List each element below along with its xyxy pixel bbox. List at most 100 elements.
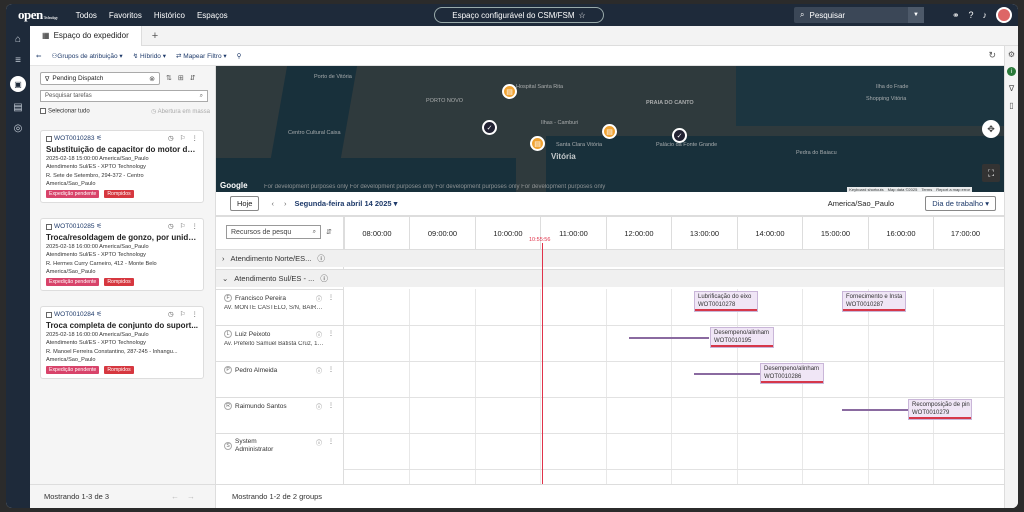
marker-assigned-icon[interactable]: ✓	[482, 120, 497, 135]
map-icon[interactable]: ▤	[13, 102, 22, 113]
resource-row[interactable]: P Pedro Almeida ⓘ ⋮	[216, 361, 344, 397]
info-icon[interactable]: ⓘ	[316, 402, 322, 411]
globe-icon[interactable]: ◎	[14, 123, 23, 134]
dispatcher-icon[interactable]: ▣	[10, 76, 26, 92]
more-icon[interactable]: ⋮	[328, 366, 334, 375]
info-icon[interactable]: ⓘ	[316, 294, 322, 303]
clock-icon[interactable]: ◷	[168, 223, 174, 232]
more-icon[interactable]: ⋮	[328, 402, 334, 411]
resource-row[interactable]: S System Administrator ⓘ ⋮	[216, 433, 344, 469]
marker-assigned-icon[interactable]: ✓	[672, 128, 687, 143]
info-icon[interactable]: ⓘ	[316, 438, 322, 447]
flag-icon[interactable]: ⚐	[180, 135, 186, 144]
resource-name[interactable]: Luiz Peixoto	[235, 331, 270, 338]
task-checkbox[interactable]	[46, 224, 52, 231]
task-card[interactable]: WOT0010283 ⚟ ◷ ⚐ ⋮ Substituição de capacito…	[40, 130, 204, 203]
resource-search-input[interactable]: Recursos de pesqu ⌕	[226, 225, 321, 239]
task-id[interactable]: WOT0010284	[54, 311, 94, 320]
prev-day-icon[interactable]: ‹	[271, 199, 274, 208]
next-day-icon[interactable]: ›	[284, 199, 287, 208]
more-icon[interactable]: ⋮	[328, 438, 334, 447]
flag-icon[interactable]: ⚐	[180, 311, 186, 320]
nav-todos[interactable]: Todos	[76, 11, 97, 20]
info-icon[interactable]: i	[1007, 67, 1016, 76]
view-dropdown[interactable]: Dia de trabalho ▾	[925, 196, 996, 211]
info-icon[interactable]: ⓘ	[317, 253, 325, 264]
marker-pending-icon[interactable]: ▤	[602, 124, 617, 139]
work-order-event[interactable]: Recomposição de pin WOT0010279	[908, 399, 972, 420]
filter-icon[interactable]: ∇	[1009, 84, 1014, 93]
nav-favoritos[interactable]: Favoritos	[109, 11, 142, 20]
resource-name[interactable]: System Administrator	[235, 438, 295, 454]
info-icon[interactable]: ⓘ	[316, 366, 322, 375]
more-icon[interactable]: ⋮	[328, 294, 334, 303]
nav-espacos[interactable]: Espaços	[197, 11, 228, 20]
marker-pending-icon[interactable]: ▤	[530, 136, 545, 151]
info-icon[interactable]: ⓘ	[320, 273, 328, 284]
task-id[interactable]: WOT0010283	[54, 135, 94, 144]
refresh-icon[interactable]: ↻	[988, 50, 996, 61]
tab-espaco-expedidor[interactable]: ▦ Espaço do expedidor	[30, 25, 142, 46]
resource-row[interactable]: L Luiz Peixoto ⓘ ⋮ Av. Prefeito Samuel Bat…	[216, 325, 344, 361]
assign-groups-dropdown[interactable]: ⚇Grupos de atribuição ▾	[51, 52, 122, 60]
chevron-right-icon[interactable]: ›	[222, 254, 225, 263]
map-filter-dropdown[interactable]: ⇄ Mapear Filtro ▾	[176, 52, 227, 60]
resource-name[interactable]: Pedro Almeida	[235, 367, 277, 374]
task-search-input[interactable]: Pesquisar tarefas ⌕	[40, 90, 208, 102]
document-icon[interactable]: ▯	[1009, 101, 1013, 110]
info-icon[interactable]: ⓘ	[316, 330, 322, 339]
global-search[interactable]: ⌕ Pesquisar ▼	[794, 7, 924, 23]
resource-name[interactable]: Raimundo Santos	[235, 403, 287, 410]
more-icon[interactable]: ⋮	[192, 311, 199, 320]
resource-name[interactable]: Francisco Pereira	[235, 295, 286, 302]
work-order-event[interactable]: Desempeno/alinham WOT0010195	[710, 327, 774, 348]
recenter-icon[interactable]: ✥	[982, 120, 1000, 138]
search-input[interactable]: Pesquisar	[809, 11, 845, 20]
open-logo[interactable]: openTechnology	[18, 7, 58, 23]
resource-row[interactable]: F Francisco Pereira ⓘ ⋮ AV. MONTE CASTELO,…	[216, 289, 344, 325]
add-tab-button[interactable]: +	[152, 30, 158, 42]
hybrid-dropdown[interactable]: ↯ Híbrido ▾	[133, 52, 166, 60]
date-picker[interactable]: Segunda-feira abril 14 2025 ▾	[294, 199, 397, 208]
gear-icon[interactable]: ⚙	[1008, 50, 1015, 59]
sort-icon[interactable]: ⇅	[166, 74, 172, 82]
task-card[interactable]: WOT0010285 ⚟ ◷ ⚐ ⋮ Troca/resoldagem de gonz…	[40, 218, 204, 291]
star-icon[interactable]: ☆	[579, 11, 586, 20]
swap-icon[interactable]: ⇵	[190, 74, 196, 82]
flag-icon[interactable]: ⚐	[180, 223, 186, 232]
list-icon[interactable]: ≡	[15, 55, 21, 66]
bell-icon[interactable]: ♪	[983, 10, 988, 20]
clock-icon[interactable]: ◷	[168, 135, 174, 144]
pager-arrows[interactable]: ←→	[171, 492, 203, 501]
sort-icon[interactable]: ⇵	[326, 228, 332, 236]
people-icon[interactable]: ⚲	[237, 52, 242, 60]
chevron-down-icon[interactable]: ⌄	[222, 274, 228, 283]
task-checkbox[interactable]	[46, 312, 52, 319]
task-id[interactable]: WOT0010285	[54, 223, 94, 232]
more-icon[interactable]: ⋮	[328, 330, 334, 339]
work-order-event[interactable]: Fornecimento e Insta WOT0010287	[842, 291, 906, 312]
close-icon[interactable]: ⊗	[149, 75, 155, 83]
home-icon[interactable]: ⌂	[15, 34, 21, 45]
group-row-norte[interactable]: › Atendimento Norte/ES... ⓘ	[216, 249, 1004, 267]
nav-historico[interactable]: Histórico	[154, 11, 185, 20]
more-icon[interactable]: ⋮	[192, 223, 199, 232]
avatar[interactable]	[996, 7, 1012, 23]
task-card[interactable]: WOT0010284 ⚟ ◷ ⚐ ⋮ Troca completa de conjun…	[40, 306, 204, 379]
map-view[interactable]: Porto de Vitória PORTO NOVO Hospital San…	[216, 66, 1004, 192]
work-order-event[interactable]: Lubrificação do eixo WOT0010278	[694, 291, 758, 312]
resource-row[interactable]: R Raimundo Santos ⓘ ⋮	[216, 397, 344, 433]
chat-icon[interactable]: ⚭	[952, 10, 960, 21]
bulk-open-link[interactable]: ◷ Abertura em massa	[151, 108, 210, 115]
more-icon[interactable]: ⋮	[192, 135, 199, 144]
work-order-event[interactable]: Desempeno/alinham WOT0010286	[760, 363, 824, 384]
today-button[interactable]: Hoje	[230, 196, 260, 211]
marker-pending-icon[interactable]: ▤	[502, 84, 517, 99]
chevron-down-icon[interactable]: ▼	[908, 7, 924, 23]
grid-icon[interactable]: ⊞	[178, 74, 184, 82]
task-filter[interactable]: ∇ Pending Dispatch ⊗	[40, 72, 160, 85]
select-all-checkbox[interactable]: Selecionar tudo	[40, 108, 90, 115]
group-row-sul[interactable]: ⌄ Atendimento Sul/ES - ... ⓘ	[216, 269, 1004, 287]
collapse-icon[interactable]: ⇐	[36, 52, 41, 60]
help-icon[interactable]: ?	[968, 10, 973, 20]
